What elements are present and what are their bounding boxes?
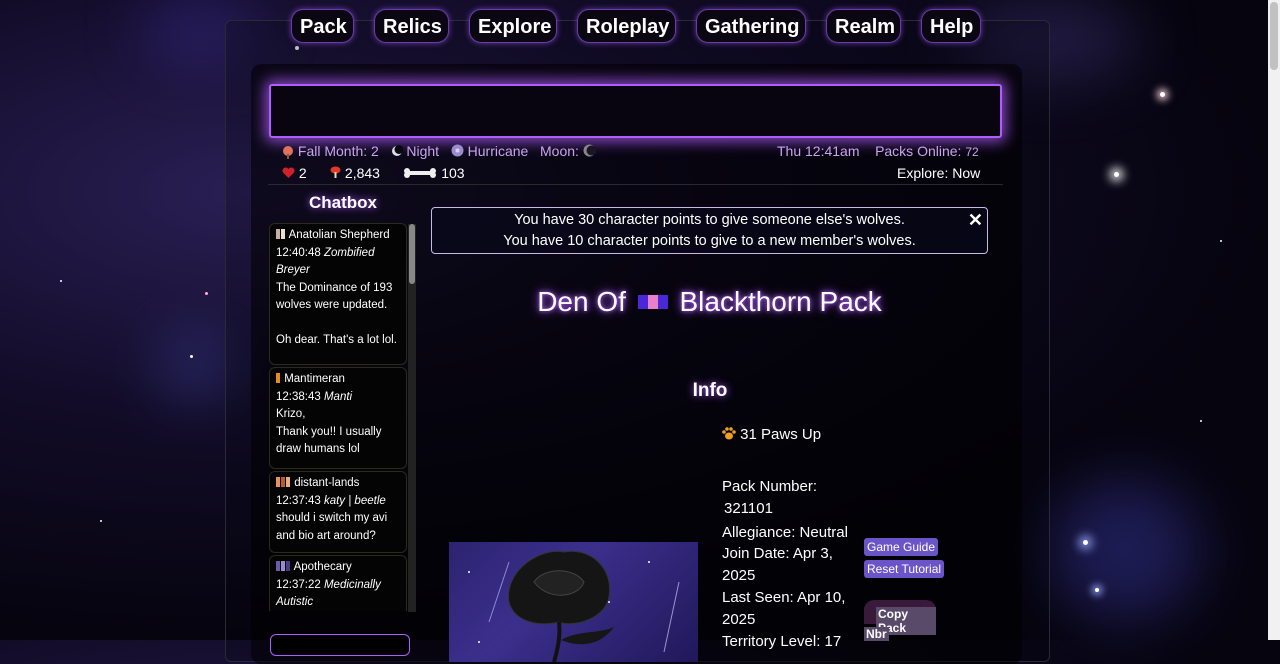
tree-icon [282,146,294,160]
packs-online-label: Packs Online: [875,143,962,159]
join-date: Join Date: Apr 3, [722,545,833,562]
resource-stats: 2 2,843 103 [282,165,465,182]
explore-status[interactable]: Explore: Now [897,165,980,181]
nav-roleplay[interactable]: Roleplay [577,9,676,43]
hearts-count: 2 [298,165,307,181]
chat-timestamp: 12:40:48 [276,246,321,259]
character-points-notice: You have 30 character points to give som… [431,207,988,254]
status-bar: Fall Month: 2 Night Hurricane Moon: [282,143,597,160]
chat-nickname: katy | beetle [323,494,386,507]
chat-timestamp: 12:37:43 [276,494,321,507]
territory-level: Territory Level: 17 [722,633,842,650]
chat-text: The Dominance of 193 wolves were updated… [276,281,397,347]
chat-message: distant-lands 12:37:43 katy | beetle sho… [269,471,407,553]
bone-icon [403,166,437,182]
copy-pack-nbr-button[interactable]: Copy Pack Nbr [864,600,936,641]
chat-timestamp: 12:37:22 [276,578,321,591]
mushrooms-count: 2,843 [344,165,380,181]
page-scrollbar-thumb[interactable] [1270,2,1278,70]
clock-text: Thu 12:41am [777,143,860,159]
info-heading: Info [692,380,728,401]
pack-name: Blackthorn Pack [679,286,882,317]
chat-username[interactable]: Anatolian Shepherd [276,227,400,245]
allegiance: Allegiance: Neutral [722,524,848,541]
nav-relics[interactable]: Relics [374,9,449,43]
clock-area: Thu 12:41am Packs Online: 72 [777,143,979,159]
mushroom-icon [330,166,341,182]
nav-gathering[interactable]: Gathering [696,9,806,43]
paw-icon [722,426,736,444]
page-title: Den Of Blackthorn Pack [431,284,988,318]
moon-phase-icon [583,144,597,160]
chat-nickname: Manti [323,390,353,403]
chatbox[interactable]: Anatolian Shepherd 12:40:48 Zombified Br… [269,223,417,611]
chat-input[interactable] [270,634,410,656]
last-seen: Last Seen: Apr 10, [722,589,846,606]
nav-realm[interactable]: Realm [826,9,901,43]
time-of-day-text: Night [406,143,440,159]
chatbox-title: Chatbox [309,193,377,212]
chat-message: Mantimeran 12:38:43 Manti Krizo, Thank y… [269,367,407,469]
close-icon[interactable]: ✕ [968,210,983,231]
chat-message: Anatolian Shepherd 12:40:48 Zombified Br… [269,223,407,365]
chatbox-scrollbar-thumb[interactable] [409,224,415,284]
join-date-year: 2025 [722,567,756,584]
chat-username[interactable]: Apothecary [276,559,400,577]
crescent-icon [391,144,403,160]
copy-pack-label-2: Nbr [864,627,889,641]
season-text: Fall Month: 2 [297,143,379,159]
weather-text: Hurricane [467,143,529,159]
chat-text: should i switch my avi and bio art aroun… [276,512,388,542]
nav-pack[interactable]: Pack [291,9,354,43]
black-rose-icon [508,550,614,662]
chat-text: Krizo, Thank you!! I usually draw humans… [276,408,382,455]
page-scrollbar[interactable] [1268,0,1280,640]
packs-online-count: 72 [965,145,979,159]
paws-up[interactable]: 31 Paws Up [722,426,821,444]
game-guide-button[interactable]: Game Guide [864,538,939,556]
nav-explore[interactable]: Explore [469,9,557,43]
bones-count: 103 [441,165,465,181]
reset-tutorial-button[interactable]: Reset Tutorial [864,560,945,578]
chat-message: Apothecary 12:37:22 Medicinally Autistic [269,555,407,611]
chat-username[interactable]: Mantimeran [276,371,400,389]
paws-up-text: 31 Paws Up [740,426,822,443]
pack-number: 321101 [724,500,773,517]
chat-username[interactable]: distant-lands [276,475,400,493]
header-divider [268,184,1003,185]
pack-image [449,542,698,662]
notice-line-2: You have 10 character points to give to … [503,233,916,249]
pack-flag-icon [637,284,668,309]
last-seen-year: 2025 [722,611,756,628]
hurricane-icon [451,144,464,160]
den-prefix: Den Of [537,286,626,317]
heart-icon [282,166,295,182]
nav-help[interactable]: Help [921,9,981,43]
main-navbar [269,84,1002,138]
notice-line-1: You have 30 character points to give som… [514,212,905,228]
chat-timestamp: 12:38:43 [276,390,321,403]
pack-number-label: Pack Number: [722,478,818,495]
moon-label: Moon: [540,143,579,159]
